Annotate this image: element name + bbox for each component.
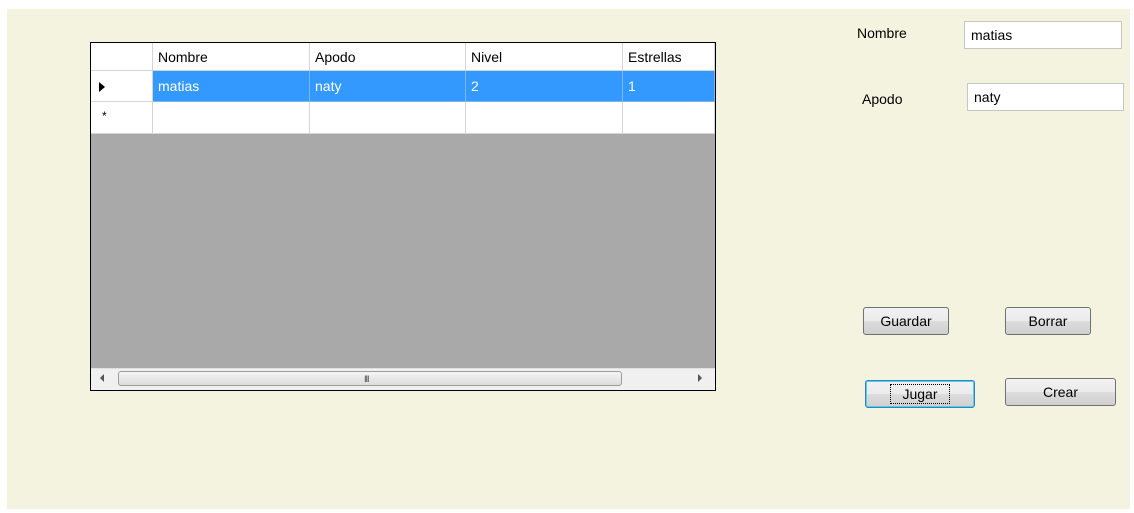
row-header-current[interactable] <box>91 71 153 102</box>
cell-nivel[interactable]: 2 <box>466 71 623 102</box>
cell-apodo[interactable]: naty <box>310 71 466 102</box>
new-row-cell-nombre[interactable] <box>153 102 310 134</box>
horizontal-scrollbar[interactable]: III <box>91 368 715 390</box>
nombre-textbox[interactable]: matias <box>964 21 1122 49</box>
guardar-button-label: Guardar <box>880 313 932 329</box>
crear-button-label: Crear <box>1042 384 1078 400</box>
apodo-textbox[interactable]: naty <box>967 83 1124 111</box>
scroll-right-arrow-icon[interactable] <box>698 374 702 382</box>
cell-nombre[interactable]: matias <box>153 71 310 102</box>
column-header-estrellas[interactable]: Estrellas <box>623 43 715 71</box>
new-row-cell-apodo[interactable] <box>310 102 466 134</box>
apodo-label: Apodo <box>862 91 903 107</box>
grid-corner-header[interactable] <box>91 43 153 71</box>
column-header-nivel[interactable]: Nivel <box>466 43 623 71</box>
borrar-button-label: Borrar <box>1028 313 1068 329</box>
scroll-grip-icon: III <box>364 374 369 384</box>
cell-estrellas[interactable]: 1 <box>623 71 715 102</box>
column-header-nombre[interactable]: Nombre <box>153 43 310 71</box>
new-row-cell-estrellas[interactable] <box>623 102 715 134</box>
column-header-apodo[interactable]: Apodo <box>310 43 466 71</box>
guardar-button[interactable]: Guardar <box>863 307 949 335</box>
new-row-asterisk-icon: * <box>102 109 107 123</box>
scrollbar-thumb[interactable]: III <box>118 371 622 386</box>
scroll-left-arrow-icon[interactable] <box>100 374 104 382</box>
new-row-cell-nivel[interactable] <box>466 102 623 134</box>
jugar-button[interactable]: Jugar <box>865 380 975 408</box>
nombre-label: Nombre <box>857 25 907 41</box>
players-data-grid[interactable]: Nombre Apodo Nivel Estrellas matias naty… <box>90 42 716 391</box>
row-header-new[interactable]: * <box>91 102 153 134</box>
borrar-button[interactable]: Borrar <box>1005 307 1091 335</box>
jugar-button-label: Jugar <box>890 384 950 404</box>
main-form: Nombre Apodo Nivel Estrellas matias naty… <box>7 9 1130 509</box>
crear-button[interactable]: Crear <box>1005 378 1116 406</box>
current-row-arrow-icon <box>99 82 105 92</box>
